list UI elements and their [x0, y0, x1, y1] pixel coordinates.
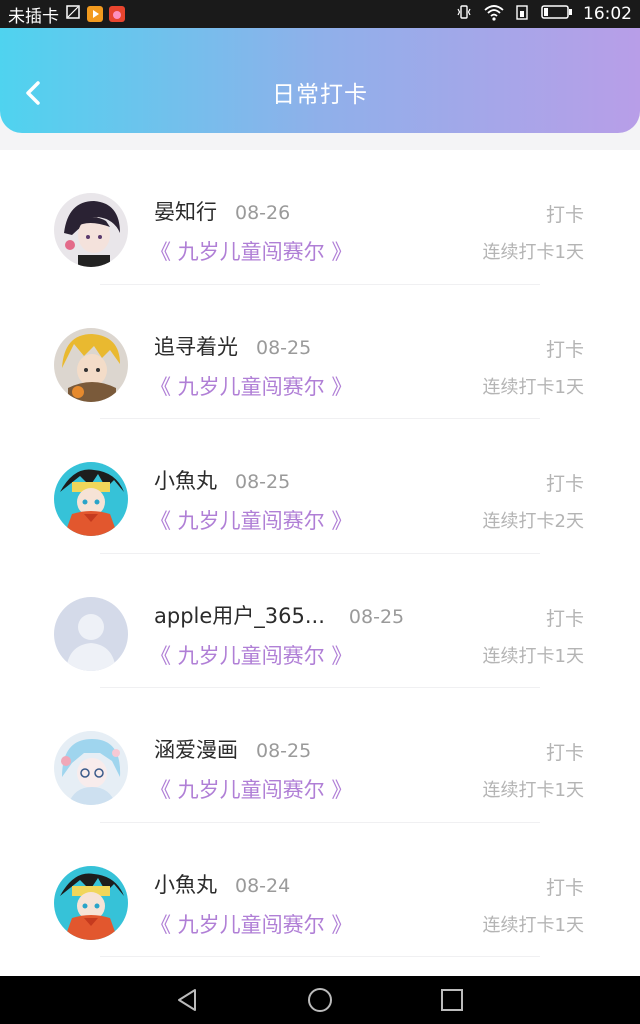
- streak-text: 连续打卡2天: [482, 511, 584, 532]
- checkin-date: 08-26: [235, 202, 291, 224]
- user-name[interactable]: 涵爱漫画: [154, 734, 238, 764]
- name-line: apple用户_365... 08-25: [154, 600, 404, 630]
- battery-icon: [541, 4, 573, 25]
- avatar[interactable]: [54, 865, 128, 940]
- streak-text: 连续打卡1天: [482, 242, 584, 263]
- back-triangle-icon[interactable]: [169, 984, 205, 1016]
- status-bar: 未插卡 16:02: [0, 0, 640, 28]
- checkin-date: 08-25: [256, 336, 312, 359]
- page-title: 日常打卡: [272, 82, 368, 108]
- checkin-label: 打卡: [545, 607, 584, 630]
- avatar[interactable]: [54, 327, 128, 402]
- system-nav-bar: [0, 976, 640, 1024]
- user-name[interactable]: 小魚丸: [154, 869, 217, 899]
- book-title[interactable]: 《 九岁儿童闯赛尔 》: [150, 909, 352, 939]
- carrier-text: 未插卡: [8, 6, 59, 27]
- huawei-app-icon: [109, 6, 125, 22]
- checkin-date: 08-24: [235, 874, 291, 897]
- vibrate-icon: [455, 3, 473, 26]
- streak-text: 连续打卡1天: [482, 914, 584, 936]
- video-app-icon: [87, 6, 103, 22]
- checkin-date: 08-25: [235, 471, 291, 493]
- streak-text: 连续打卡1天: [482, 780, 584, 801]
- book-title[interactable]: 《 九岁儿童闯赛尔 》: [150, 236, 352, 266]
- checkin-label: 打卡: [545, 876, 584, 899]
- checkin-date: 08-25: [256, 740, 312, 762]
- status-right: 16:02: [455, 3, 632, 26]
- checkin-label: 打卡: [545, 473, 584, 495]
- user-name[interactable]: 小魚丸: [154, 465, 217, 495]
- name-line: 追寻着光 08-25: [154, 331, 311, 361]
- list-item[interactable]: 晏知行 08-26 《 九岁儿童闯赛尔 》 打卡 连续打卡1天: [0, 150, 640, 285]
- checkin-list: 晏知行 08-26 《 九岁儿童闯赛尔 》 打卡 连续打卡1天 追寻着光 08-…: [0, 150, 640, 976]
- sim-icon: [65, 4, 81, 25]
- user-name[interactable]: 晏知行: [154, 196, 217, 226]
- user-name[interactable]: apple用户_365...: [154, 600, 325, 630]
- streak-text: 连续打卡1天: [482, 645, 584, 667]
- list-item[interactable]: 小魚丸 08-25 《 九岁儿童闯赛尔 》 打卡 连续打卡2天: [0, 419, 640, 554]
- avatar[interactable]: [54, 462, 128, 536]
- avatar[interactable]: [54, 731, 128, 805]
- streak-text: 连续打卡1天: [482, 376, 584, 398]
- list-item[interactable]: 小魚丸 08-24 《 九岁儿童闯赛尔 》 打卡 连续打卡1天: [0, 823, 640, 958]
- name-line: 小魚丸 08-24: [154, 869, 290, 899]
- header: 日常打卡: [0, 28, 640, 133]
- recents-square-icon[interactable]: [434, 984, 470, 1016]
- checkin-label: 打卡: [545, 338, 584, 361]
- avatar[interactable]: [54, 596, 128, 671]
- home-circle-icon[interactable]: [302, 984, 338, 1016]
- status-left: 未插卡: [8, 2, 125, 27]
- checkin-label: 打卡: [545, 204, 584, 226]
- book-title[interactable]: 《 九岁儿童闯赛尔 》: [150, 640, 352, 670]
- book-title[interactable]: 《 九岁儿童闯赛尔 》: [150, 371, 352, 401]
- checkin-date: 08-25: [348, 605, 405, 628]
- user-name[interactable]: 追寻着光: [154, 331, 238, 361]
- book-title[interactable]: 《 九岁儿童闯赛尔 》: [150, 774, 352, 804]
- book-title[interactable]: 《 九岁儿童闯赛尔 》: [150, 505, 352, 535]
- list-item[interactable]: apple用户_365... 08-25 《 九岁儿童闯赛尔 》 打卡 连续打卡…: [0, 554, 640, 689]
- data-icon: [515, 3, 531, 26]
- clock-time: 16:02: [583, 4, 632, 24]
- wifi-icon: [483, 3, 505, 26]
- checkin-label: 打卡: [545, 742, 584, 764]
- list-item[interactable]: 涵爱漫画 08-25 《 九岁儿童闯赛尔 》 打卡 连续打卡1天: [0, 688, 640, 823]
- name-line: 涵爱漫画 08-25: [154, 734, 311, 764]
- name-line: 晏知行 08-26: [154, 196, 290, 226]
- avatar[interactable]: [54, 193, 128, 267]
- list-item[interactable]: 追寻着光 08-25 《 九岁儿童闯赛尔 》 打卡 连续打卡1天: [0, 285, 640, 420]
- name-line: 小魚丸 08-25: [154, 465, 290, 495]
